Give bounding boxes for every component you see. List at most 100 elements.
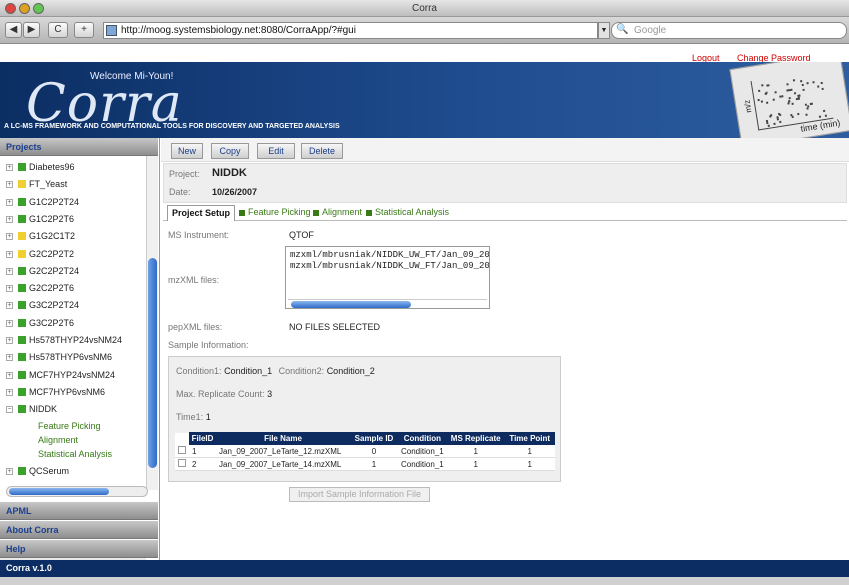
delete-button[interactable]: Delete — [301, 143, 343, 159]
project-item[interactable]: + FT_Yeast — [0, 176, 146, 193]
column-header[interactable]: MS Replicate — [446, 432, 506, 445]
niddk-subitem[interactable]: Statistical Analysis — [38, 447, 112, 461]
apml-section-header[interactable]: APML — [0, 502, 158, 520]
expand-toggle-icon[interactable]: + — [6, 337, 13, 344]
project-item[interactable]: + G2C2P2T2 — [0, 246, 146, 263]
plot-dot — [788, 88, 791, 92]
niddk-subitem[interactable]: Alignment — [38, 433, 78, 447]
plot-dot — [760, 84, 764, 87]
project-item[interactable]: + MCF7HYP6vsNM6 — [0, 384, 146, 401]
project-name: NIDDK — [212, 167, 247, 179]
mzxml-file-item[interactable]: mzxml/mbrusniak/NIDDK_UW_FT/Jan_09_200 — [290, 250, 489, 260]
help-section-header[interactable]: Help — [0, 540, 158, 558]
projects-section-header[interactable]: Projects — [0, 138, 158, 156]
plot-dot — [787, 100, 791, 103]
tab-alignment[interactable]: Alignment — [313, 205, 362, 220]
project-item[interactable]: + MCF7HYP24vsNM24 — [0, 367, 146, 384]
project-item[interactable]: + Diabetes96 — [0, 159, 146, 176]
expand-toggle-icon[interactable]: + — [6, 371, 13, 379]
zoom-window-button[interactable] — [33, 3, 44, 14]
table-row[interactable]: 1 Jan_09_2007_LeTarte_12.mzXML 0 Condition_… — [175, 444, 555, 458]
expand-toggle-icon[interactable]: + — [6, 302, 13, 310]
project-item[interactable]: + QCSerum — [0, 463, 146, 480]
new-button[interactable]: New — [171, 143, 203, 159]
scrollbar-thumb[interactable] — [148, 258, 157, 468]
expand-toggle-icon[interactable]: + — [6, 467, 13, 475]
expand-toggle-icon[interactable]: + — [6, 319, 13, 327]
window-title: Corra — [411, 3, 437, 14]
table-cell: 0 — [350, 444, 398, 458]
column-header[interactable]: FileID — [188, 432, 217, 445]
table-cell: Jan_09_2007_LeTarte_14.mzXML — [216, 457, 350, 471]
project-list-horizontal-scrollbar[interactable] — [6, 486, 148, 497]
tab-project-setup[interactable]: Project Setup — [167, 205, 236, 221]
import-sample-information-button[interactable]: Import Sample Information File — [289, 487, 430, 502]
project-status-icon — [18, 387, 26, 396]
edit-button[interactable]: Edit — [257, 143, 295, 159]
close-window-button[interactable] — [5, 3, 16, 14]
search-field[interactable]: Google — [611, 22, 847, 39]
column-header[interactable]: Time Point — [504, 432, 556, 445]
column-header[interactable]: File Name — [215, 432, 351, 445]
expand-toggle-icon[interactable]: + — [6, 354, 13, 362]
sample-table-header: FileID File Name Sample ID Condition MS … — [175, 432, 556, 445]
project-item[interactable]: + G1C2P2T24 — [0, 194, 146, 211]
expand-toggle-icon[interactable]: + — [6, 267, 13, 275]
address-bar[interactable]: http://moog.systemsbiology.net:8080/Corr… — [103, 22, 598, 39]
mzxml-file-list[interactable]: mzxml/mbrusniak/NIDDK_UW_FT/Jan_09_200 m… — [285, 246, 490, 309]
tab-statistical-analysis[interactable]: Statistical Analysis — [366, 205, 449, 220]
project-item[interactable]: + G3C2P2T24 — [0, 297, 146, 314]
forward-button[interactable]: ▶ — [23, 22, 40, 38]
plot-dot — [768, 115, 772, 118]
back-button[interactable]: ◀ — [5, 22, 22, 38]
reload-button[interactable]: C — [48, 22, 68, 38]
expand-toggle-icon[interactable]: + — [6, 181, 13, 189]
row-checkbox[interactable] — [178, 459, 186, 467]
project-item[interactable]: + G2C2P2T6 — [0, 280, 146, 297]
plot-dot — [796, 112, 799, 116]
address-dropdown-button[interactable]: ▼ — [598, 22, 610, 39]
horizontal-scrollbar-thumb[interactable] — [9, 488, 109, 495]
plot-dot — [778, 113, 781, 116]
project-item[interactable]: + G1C2P2T6 — [0, 211, 146, 228]
row-checkbox[interactable] — [178, 445, 186, 454]
file-list-scrollbar-thumb[interactable] — [291, 301, 411, 308]
plot-dot — [821, 87, 824, 90]
status-bar: Corra v.1.0 — [0, 560, 849, 577]
mzxml-file-item[interactable]: mzxml/mbrusniak/NIDDK_UW_FT/Jan_09_200 — [290, 261, 489, 271]
tab-feature-picking[interactable]: Feature Picking — [239, 205, 311, 220]
table-row[interactable]: 2 Jan_09_2007_LeTarte_14.mzXML 1 Condition_… — [175, 457, 555, 471]
expand-toggle-icon[interactable]: + — [6, 250, 13, 258]
project-item[interactable]: + Hs578THYP24vsNM24 — [0, 332, 146, 349]
expand-toggle-icon[interactable]: + — [6, 233, 13, 241]
time-line: Time1: 1 — [176, 412, 211, 422]
expand-toggle-icon[interactable]: + — [6, 388, 13, 396]
niddk-subitem[interactable]: Feature Picking — [38, 419, 101, 433]
project-item[interactable]: + G3C2P2T6 — [0, 315, 146, 332]
project-item[interactable]: + G1G2C1T2 — [0, 228, 146, 245]
time1-label: Time1: — [176, 412, 204, 422]
column-header[interactable]: Sample ID — [349, 432, 399, 445]
project-status-icon — [18, 214, 26, 223]
plot-dot — [773, 123, 776, 126]
max-replicate-value: 3 — [267, 389, 273, 399]
plot-dot — [785, 83, 789, 86]
expand-toggle-icon[interactable]: + — [6, 215, 13, 223]
project-item[interactable]: − NIDDK — [0, 401, 146, 418]
account-links: Logout Change Password — [0, 45, 849, 63]
expand-toggle-icon[interactable]: − — [6, 406, 13, 414]
column-header[interactable]: Condition — [397, 432, 448, 445]
project-item[interactable]: + Hs578THYP6vsNM6 — [0, 349, 146, 366]
expand-toggle-icon[interactable]: + — [6, 285, 13, 293]
about-section-header[interactable]: About Corra — [0, 521, 158, 539]
file-list-scrollbar[interactable] — [288, 299, 487, 308]
expand-toggle-icon[interactable]: + — [6, 198, 13, 206]
plot-dot — [772, 98, 775, 101]
expand-toggle-icon[interactable]: + — [6, 164, 13, 171]
copy-button[interactable]: Copy — [211, 143, 249, 159]
minimize-window-button[interactable] — [19, 3, 30, 14]
add-bookmark-button[interactable]: + — [74, 22, 94, 38]
project-name-label: MCF7HYP6vsNM6 — [29, 386, 106, 397]
project-list-scrollbar[interactable] — [146, 156, 158, 490]
project-item[interactable]: + G2C2P2T24 — [0, 263, 146, 280]
